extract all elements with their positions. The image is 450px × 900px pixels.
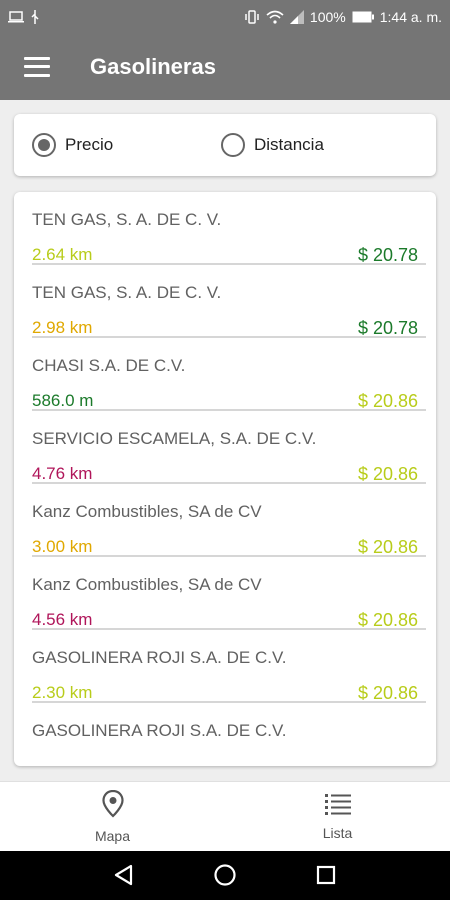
usb-icon: [30, 9, 40, 24]
battery-percent: 100%: [309, 8, 346, 25]
station-price: $ 20.78: [357, 245, 418, 265]
home-icon[interactable]: [213, 863, 237, 892]
list-item[interactable]: TEN GAS, S. A. DE C. V. 2.98 km $ 20.78: [32, 265, 426, 338]
nav-list-label: Lista: [322, 824, 353, 841]
list-item[interactable]: Kanz Combustibles, SA de CV 3.00 km $ 20…: [32, 484, 426, 557]
system-nav-bar: [0, 851, 450, 900]
vibrate-icon: [244, 9, 260, 24]
list-item[interactable]: GASOLINERA ROJI S.A. DE C.V.: [32, 703, 426, 766]
station-price: $ 20.86: [357, 391, 418, 411]
map-pin-icon: [101, 789, 124, 823]
sort-options-card: Precio Distancia: [14, 114, 436, 176]
station-name: TEN GAS, S. A. DE C. V.: [32, 283, 222, 302]
list-item[interactable]: TEN GAS, S. A. DE C. V. 2.64 km $ 20.78: [32, 192, 426, 265]
sort-by-distance-label: Distancia: [254, 135, 324, 154]
station-name: CHASI S.A. DE C.V.: [32, 356, 186, 375]
radio-unselected-icon: [221, 133, 245, 157]
station-name: TEN GAS, S. A. DE C. V.: [32, 210, 222, 229]
station-distance: 2.64 km: [32, 245, 93, 264]
station-name: Kanz Combustibles, SA de CV: [32, 575, 262, 594]
list-icon: [324, 793, 351, 820]
station-price: $ 20.86: [357, 537, 418, 557]
station-name: Kanz Combustibles, SA de CV: [32, 502, 262, 521]
signal-icon: [289, 9, 304, 24]
recents-icon[interactable]: [314, 863, 338, 892]
station-distance: 3.00 km: [32, 537, 93, 556]
station-price: $ 20.78: [357, 318, 418, 338]
station-distance: 4.56 km: [32, 610, 93, 629]
nav-list-button[interactable]: Lista: [225, 782, 450, 851]
list-item[interactable]: CHASI S.A. DE C.V. 586.0 m $ 20.86: [32, 338, 426, 411]
station-distance: 586.0 m: [32, 391, 94, 410]
station-price: $ 20.86: [357, 610, 418, 630]
page-title: Gasolineras: [90, 53, 216, 79]
list-item[interactable]: SERVICIO ESCAMELA, S.A. DE C.V. 4.76 km …: [32, 411, 426, 484]
app-bar: Gasolineras: [0, 33, 450, 100]
nav-map-label: Mapa: [94, 827, 131, 844]
battery-icon: [352, 11, 374, 23]
bottom-nav: Mapa Lista: [0, 781, 450, 851]
nav-map-button[interactable]: Mapa: [0, 782, 225, 851]
sort-by-price-label: Precio: [65, 135, 114, 154]
station-name: GASOLINERA ROJI S.A. DE C.V.: [32, 721, 287, 740]
station-price: $ 20.86: [357, 683, 418, 703]
station-price: $ 20.86: [357, 464, 418, 484]
wifi-icon: [266, 10, 284, 24]
list-item[interactable]: GASOLINERA ROJI S.A. DE C.V. 2.30 km $ 2…: [32, 630, 426, 703]
laptop-icon: [8, 10, 24, 23]
station-distance: 2.30 km: [32, 683, 93, 702]
sort-by-distance-radio[interactable]: Distancia: [221, 133, 324, 157]
station-name: SERVICIO ESCAMELA, S.A. DE C.V.: [32, 429, 317, 448]
hamburger-icon[interactable]: [24, 56, 50, 77]
status-bar: 100% 1:44 a. m.: [0, 0, 450, 33]
station-distance: 2.98 km: [32, 318, 93, 337]
clock: 1:44 a. m.: [379, 8, 442, 25]
sort-by-price-radio[interactable]: Precio: [32, 133, 113, 157]
station-name: GASOLINERA ROJI S.A. DE C.V.: [32, 648, 287, 667]
radio-selected-icon: [32, 133, 56, 157]
station-distance: 4.76 km: [32, 464, 93, 483]
list-item[interactable]: Kanz Combustibles, SA de CV 4.56 km $ 20…: [32, 557, 426, 630]
station-list[interactable]: TEN GAS, S. A. DE C. V. 2.64 km $ 20.78 …: [14, 192, 436, 766]
back-icon[interactable]: [112, 863, 136, 892]
